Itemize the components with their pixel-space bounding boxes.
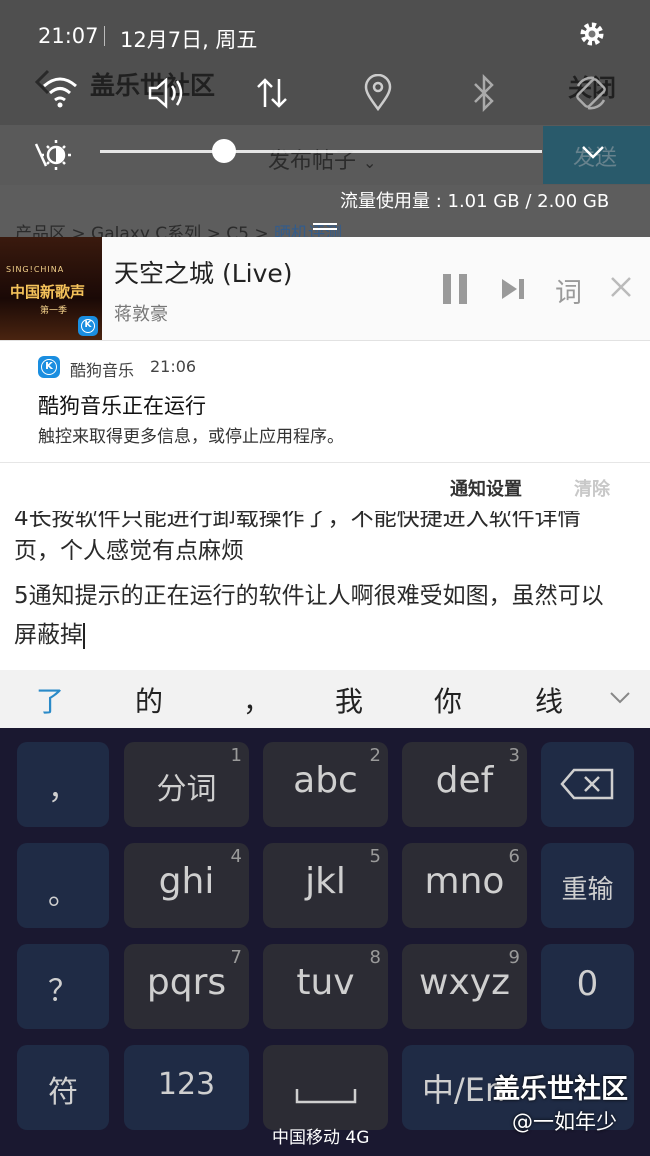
key-label: 0 [576,964,599,1004]
key-label: ？ [48,974,78,1009]
text-cursor [83,622,85,649]
post-text-line-2: 5通知提示的正在运行的软件让人啊很难受如图，虽然可以 [14,583,604,609]
backspace-key[interactable] [541,742,634,827]
album-art: SING!CHINA 中国新歌声 第一季 K [0,237,102,340]
key-period[interactable]: 。 [17,843,109,928]
close-icon[interactable] [610,276,632,298]
wifi-icon[interactable] [40,74,80,110]
key-label: 123 [157,1067,216,1102]
key-label: jkl [305,861,346,902]
key-label: 。 [48,877,78,912]
key-jkl[interactable]: 5 jkl [263,843,388,928]
sound-icon[interactable] [147,76,187,110]
gear-icon[interactable] [576,18,608,50]
notification-actions: 通知设置 清除 [0,462,650,511]
key-label: 符 [48,1075,78,1110]
key-fenci[interactable]: 1 分词 [124,742,249,827]
album-art-text: 中国新歌声 [10,283,86,301]
candidate-word[interactable]: ， [243,680,271,720]
key-label: mno [424,861,505,902]
key-abc[interactable]: 2 abc [263,742,388,827]
kugou-app-icon: K [78,316,98,336]
brightness-icon[interactable] [34,138,74,172]
app-notification[interactable]: K 酷狗音乐 21:06 酷狗音乐正在运行 触控来取得更多信息，或停止应用程序。 [0,340,650,463]
post-text-line-1: 页，个人感觉有点麻烦 [14,538,244,564]
key-question[interactable]: ？ [17,944,109,1029]
skip-next-icon[interactable] [500,278,526,300]
space-bar-icon [295,1089,357,1104]
expand-candidates-icon[interactable] [608,690,632,706]
key-label: 重输 [561,875,614,905]
media-title: 天空之城 (Live) [114,259,293,288]
notification-time: 21:06 [150,357,197,376]
panel-drag-handle[interactable] [313,223,337,231]
key-comma[interactable]: ， [17,742,109,827]
candidate-word[interactable]: 线 [535,680,563,720]
key-label: ghi [158,861,215,902]
status-divider [104,26,105,46]
key-label: wxyz [419,962,510,1003]
key-number: 1 [230,745,242,766]
location-icon[interactable] [363,74,393,112]
key-pqrs[interactable]: 7 pqrs [124,944,249,1029]
key-zero[interactable]: 0 [541,944,634,1029]
backspace-icon [560,768,614,800]
status-time: 21:07 [38,24,99,48]
brightness-row [0,130,650,180]
album-art-text: SING!CHINA [6,265,65,274]
post-text-line-3: 屏蔽掉 [14,615,85,649]
key-wxyz[interactable]: 9 wxyz [402,944,527,1029]
key-ghi[interactable]: 4 ghi [124,843,249,928]
album-art-text: 第一季 [40,306,68,316]
mobile-data-icon[interactable] [254,76,290,110]
brightness-thumb[interactable] [211,139,236,163]
key-label: tuv [296,962,355,1003]
space-key[interactable] [263,1045,388,1130]
watermark-title: 盖乐世社区 [493,1074,628,1105]
clear-button[interactable]: 清除 [574,475,610,501]
candidate-word[interactable]: 了 [36,680,64,720]
pause-icon[interactable] [441,274,469,304]
status-date: 12月7日, 周五 [120,28,258,52]
quick-settings-row [0,60,650,130]
key-tuv[interactable]: 8 tuv [263,944,388,1029]
bluetooth-icon[interactable] [470,74,498,112]
kugou-app-icon: K [38,356,60,378]
key-label: ， [48,772,78,807]
notification-body: 触控来取得更多信息，或停止应用程序。 [38,427,344,447]
key-label: pqrs [146,962,227,1003]
media-artist: 蒋敦豪 [114,304,168,325]
key-label: 分词 [156,772,217,807]
post-text-line-3-content: 屏蔽掉 [14,622,83,648]
notification-settings-button[interactable]: 通知设置 [450,475,522,501]
lyrics-button[interactable]: 词 [555,271,582,310]
key-mno[interactable]: 6 mno [402,843,527,928]
auto-rotate-icon[interactable] [572,74,610,112]
brightness-track[interactable] [100,150,542,153]
key-numbers[interactable]: 123 [124,1045,249,1130]
notification-app-name: 酷狗音乐 [70,361,135,380]
key-reenter[interactable]: 重输 [541,843,634,928]
candidate-word[interactable]: 我 [335,680,363,720]
media-notification[interactable]: SING!CHINA 中国新歌声 第一季 K 天空之城 (Live) 蒋敦豪 词 [0,237,650,340]
key-symbols[interactable]: 符 [17,1045,109,1130]
candidate-word[interactable]: 你 [434,680,462,720]
candidate-word[interactable]: 的 [135,680,163,720]
carrier-label: 中国移动 4G [272,1128,370,1148]
candidate-list: 了 的 ， 我 你 线 [0,680,650,720]
data-usage[interactable]: 流量使用量 : 1.01 GB / 2.00 GB [340,187,609,213]
notification-title: 酷狗音乐正在运行 [38,394,206,418]
chevron-down-icon[interactable] [580,144,606,160]
key-def[interactable]: 3 def [402,742,527,827]
key-label: def [435,760,494,801]
watermark-author: @一如年少 [512,1110,617,1134]
key-label: abc [293,760,358,801]
